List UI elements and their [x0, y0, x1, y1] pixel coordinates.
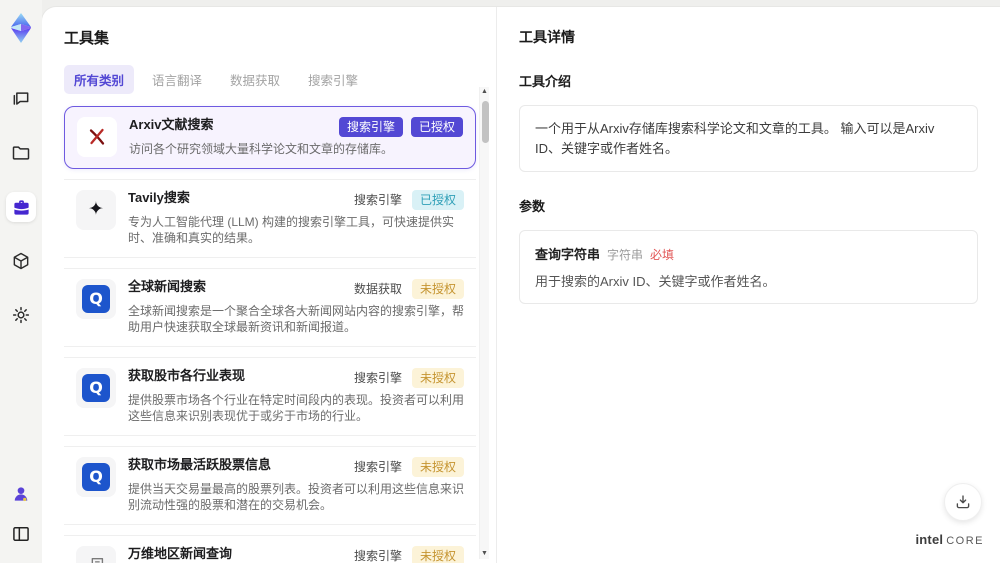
intel-core-logo: intel CORE [915, 531, 984, 549]
user-avatar[interactable] [6, 479, 36, 509]
param-box: 查询字符串 字符串 必填 用于搜索的Arxiv ID、关键字或作者姓名。 [519, 230, 978, 304]
panel-layout-icon [11, 524, 31, 544]
scrollbar-thumb[interactable] [481, 101, 489, 143]
tool-card-most-active-stocks[interactable]: Q 获取市场最活跃股票信息 搜索引擎 未授权提供当天交易量最高的股票列表。投资者可以利… [64, 445, 476, 525]
news-icon: Q [76, 278, 116, 319]
sidebar-item-toolbox[interactable] [6, 192, 36, 222]
intro-heading: 工具介绍 [519, 74, 572, 89]
left-rail [0, 0, 42, 563]
tool-detail-pane: 工具详情 工具介绍 一个用于从Arxiv存储库搜索科学论文和文章的工具。 输入可… [497, 7, 1000, 563]
auth-status-badge: 未授权 [411, 367, 464, 388]
auth-status-badge: 未授权 [411, 278, 464, 299]
tool-name: Arxiv文献搜索 [129, 117, 214, 132]
scroll-up-arrow-icon[interactable]: ▲ [481, 87, 488, 97]
tool-card-global-news-search[interactable]: Q 全球新闻搜索 数据获取 未授权全球新闻搜索是一个聚合全球各大新闻网站内容的搜索引擎… [64, 267, 476, 347]
auth-status-badge: 未授权 [411, 545, 464, 563]
auth-status-badge: 已授权 [410, 117, 463, 137]
tool-name: 获取股市各行业表现 [128, 367, 246, 383]
tool-name: 全球新闻搜索 [128, 278, 207, 294]
param-type: 字符串 [607, 248, 644, 262]
tab-data-fetching[interactable]: 数据获取 [220, 65, 290, 94]
tool-card-regional-news-query[interactable]: 万维地区新闻查询搜索引擎未授权查询具体行政区划内的新闻，快速了解各地新闻动态。 [64, 534, 476, 563]
brand-primary: intel [915, 532, 944, 547]
tool-card-stock-sector-performance[interactable]: Q 获取股市各行业表现 搜索引擎 未授权提供股票市场各个行业在特定时间段内的表现。投资… [64, 356, 476, 436]
chat-icon [11, 89, 31, 109]
tool-description: 提供股票市场各个行业在特定时间段内的表现。投资者可以利用这些信息来识别表现优于或… [128, 392, 465, 424]
category-badge: 数据获取 [353, 281, 402, 296]
download-icon [954, 493, 972, 511]
tool-description: 提供当天交易量最高的股票列表。投资者可以利用这些信息来识别流动性强的股票和潜在的… [128, 481, 465, 513]
cube-icon [11, 251, 31, 271]
auth-status-badge: 未授权 [411, 456, 464, 477]
tool-description: 全球新闻搜索是一个聚合全球各大新闻网站内容的搜索引擎，帮助用户快速获取全球最新资… [128, 303, 465, 335]
tab-all-categories[interactable]: 所有类别 [64, 65, 135, 94]
news-icon: Q [76, 367, 116, 408]
arxiv-icon [77, 117, 117, 157]
tool-name: 万维地区新闻查询 [128, 545, 233, 561]
sidebar-item-packages[interactable] [6, 246, 36, 276]
main-surface: 工具集 所有类别 语言翻译 数据获取 搜索引擎 Arxiv文献搜索 搜索引擎 已授权 访问各… [42, 7, 1000, 563]
tab-language-translation[interactable]: 语言翻译 [142, 65, 212, 94]
category-badge: 搜索引擎 [353, 459, 402, 474]
user-icon [11, 484, 31, 504]
category-badge: 搜索引擎 [353, 370, 402, 385]
folder-icon [11, 143, 31, 163]
param-required-badge: 必填 [650, 248, 675, 262]
tool-name: Tavily搜索 [128, 189, 190, 205]
params-heading: 参数 [519, 199, 546, 214]
briefcase-icon [12, 198, 31, 217]
intro-box: 一个用于从Arxiv存储库搜索科学论文和文章的工具。 输入可以是Arxiv ID… [519, 105, 978, 172]
category-badge: 搜索引擎 [353, 548, 402, 563]
param-description: 用于搜索的Arxiv ID、关键字或作者姓名。 [535, 274, 776, 289]
scroll-down-arrow-icon[interactable]: ▼ [481, 549, 488, 559]
category-tabs: 所有类别 语言翻译 数据获取 搜索引擎 [64, 65, 496, 94]
tool-description: 访问各个研究领域大量科学论文和文章的存储库。 [129, 142, 394, 156]
auth-status-badge: 已授权 [411, 189, 464, 210]
page-title: 工具集 [64, 30, 110, 47]
gear-icon [11, 305, 31, 325]
collapse-panel-button[interactable] [6, 519, 36, 549]
building-icon [76, 545, 116, 563]
tool-name: 获取市场最活跃股票信息 [128, 456, 272, 472]
sidebar-item-chat[interactable] [6, 84, 36, 114]
tool-list-pane: 工具集 所有类别 语言翻译 数据获取 搜索引擎 Arxiv文献搜索 搜索引擎 已授权 访问各… [42, 7, 497, 563]
download-button[interactable] [944, 483, 982, 521]
intro-text: 一个用于从Arxiv存储库搜索科学论文和文章的工具。 输入可以是Arxiv ID… [535, 121, 935, 156]
app-logo [4, 10, 38, 46]
brand-secondary: CORE [946, 535, 984, 547]
sidebar-item-files[interactable] [6, 138, 36, 168]
news-icon: Q [76, 456, 116, 497]
tab-search-engine[interactable]: 搜索引擎 [298, 65, 368, 94]
tool-description: 专为人工智能代理 (LLM) 构建的搜索引擎工具，可快速提供实时、准确和真实的结… [128, 214, 455, 246]
category-badge: 搜索引擎 [338, 117, 403, 137]
param-name: 查询字符串 [535, 247, 601, 262]
category-badge: 搜索引擎 [353, 192, 402, 207]
detail-title: 工具详情 [519, 29, 575, 45]
scrollbar-track[interactable] [480, 97, 489, 549]
tool-list: Arxiv文献搜索 搜索引擎 已授权 访问各个研究领域大量科学论文和文章的存储库。 ✦ T… [64, 106, 476, 563]
sidebar-item-settings[interactable] [6, 300, 36, 330]
tool-card-tavily-search[interactable]: ✦ Tavily搜索 搜索引擎 已授权专为人工智能代理 (LLM) 构建的搜索引擎工具… [64, 178, 476, 258]
list-scrollbar[interactable]: ▲ ▼ [479, 87, 489, 559]
star-icon: ✦ [76, 189, 116, 230]
tool-card-arxiv-search[interactable]: Arxiv文献搜索 搜索引擎 已授权访问各个研究领域大量科学论文和文章的存储库。 [64, 106, 476, 169]
